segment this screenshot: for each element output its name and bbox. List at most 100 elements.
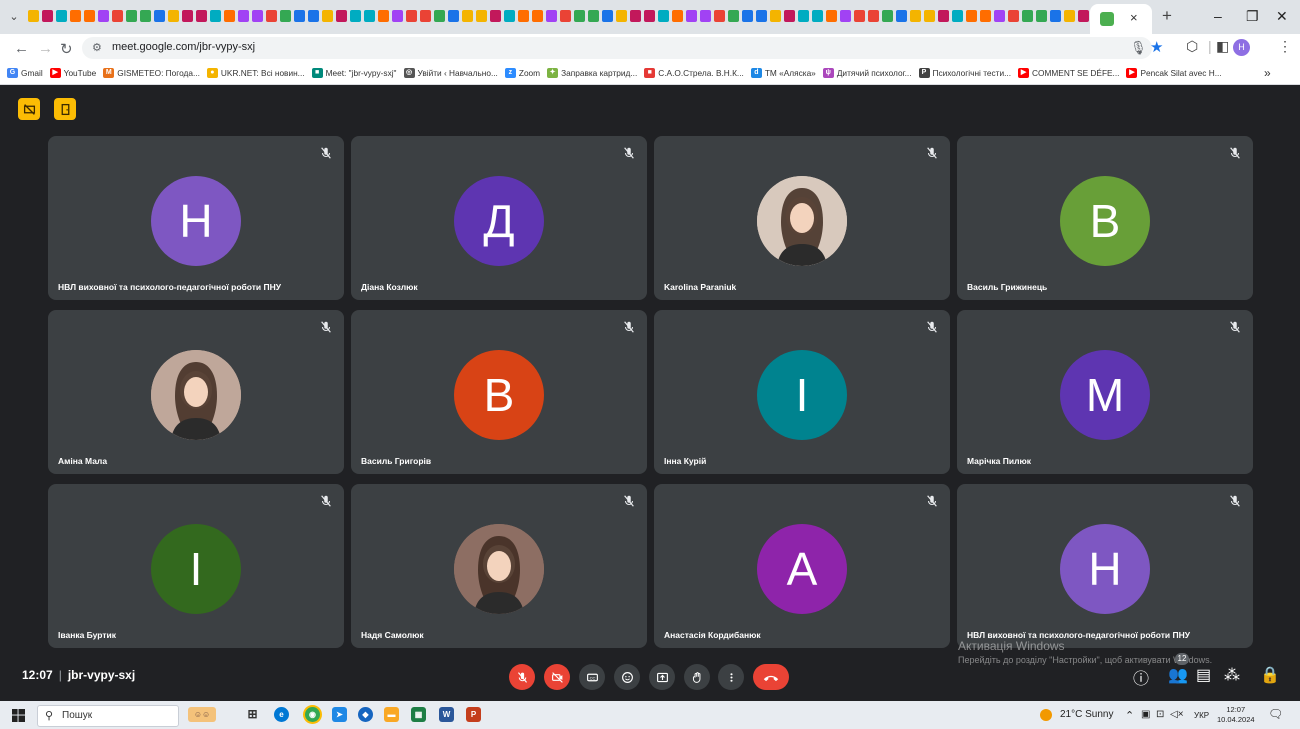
tab-favicon-icon[interactable] [336,10,347,22]
edge-icon[interactable]: e [274,707,289,722]
tab-favicon-icon[interactable] [770,10,781,22]
participant-tile[interactable]: Д Діана Козлюк [351,136,647,300]
tab-favicon-icon[interactable] [280,10,291,22]
tab-favicon-icon[interactable] [490,10,501,22]
bookmark-item[interactable]: ▶ YouTube [49,68,96,78]
address-bar[interactable]: ⚙ meet.google.com/jbr-vypy-sxj 🎙 ★ [82,37,1163,59]
raise-hand-button[interactable] [684,664,710,690]
tab-favicon-icon[interactable] [210,10,221,22]
tab-favicon-icon[interactable] [742,10,753,22]
powerpoint-icon[interactable]: P [466,707,481,722]
tab-search-button[interactable]: ⌄ [6,9,22,25]
calculator-icon[interactable]: ▦ [411,707,426,722]
bookmark-item[interactable]: ● UKR.NET: Всі новин... [206,68,305,78]
tab-favicon-icon[interactable] [126,10,137,22]
participant-tile[interactable]: Karolina Paraniuk [654,136,950,300]
tab-favicon-icon[interactable] [364,10,375,22]
app2-icon[interactable]: ◆ [358,707,373,722]
chrome-icon[interactable]: ◉ [305,707,320,722]
participant-tile[interactable]: В Василь Григорів [351,310,647,474]
tab-favicon-icon[interactable] [588,10,599,22]
tab-favicon-icon[interactable] [350,10,361,22]
profile-avatar[interactable]: H [1233,39,1250,56]
tab-favicon-icon[interactable] [70,10,81,22]
tab-favicon-icon[interactable] [462,10,473,22]
tab-favicon-icon[interactable] [1036,10,1047,22]
mic-toggle-button[interactable] [509,664,535,690]
tab-favicon-icon[interactable] [1050,10,1061,22]
tab-favicon-icon[interactable] [406,10,417,22]
tab-favicon-icon[interactable] [476,10,487,22]
tab-favicon-icon[interactable] [756,10,767,22]
tab-favicon-icon[interactable] [378,10,389,22]
tab-favicon-icon[interactable] [84,10,95,22]
tab-favicon-icon[interactable] [518,10,529,22]
tab-favicons[interactable] [28,10,1093,24]
tab-close-icon[interactable]: × [1130,10,1138,25]
tab-favicon-icon[interactable] [826,10,837,22]
tab-favicon-icon[interactable] [56,10,67,22]
leave-call-button[interactable] [753,664,789,690]
tab-favicon-icon[interactable] [140,10,151,22]
app-icon[interactable]: ➤ [332,707,347,722]
network-icon[interactable]: ⊡ [1156,709,1164,720]
tab-favicon-icon[interactable] [28,10,39,22]
taskbar-search[interactable]: ⚲ Пошук [37,705,179,727]
tab-favicon-icon[interactable] [252,10,263,22]
tab-favicon-icon[interactable] [630,10,641,22]
tray-icon[interactable]: ▣ [1141,709,1150,720]
tab-favicon-icon[interactable] [294,10,305,22]
tab-favicon-icon[interactable] [392,10,403,22]
captions-button[interactable]: CC [579,664,605,690]
new-tab-button[interactable]: + [1162,6,1172,26]
bookmark-item[interactable]: ■ Meet: "jbr-vypy-sxj" [311,68,397,78]
menu-icon[interactable]: ⋮ [1278,38,1292,55]
site-info-icon[interactable]: ⚙ [92,41,102,54]
tab-favicon-icon[interactable] [1008,10,1019,22]
tab-favicon-icon[interactable] [532,10,543,22]
forward-icon[interactable]: → [38,40,53,57]
participant-tile[interactable]: М Марічка Пилюк [957,310,1253,474]
tab-favicon-icon[interactable] [854,10,865,22]
tab-favicon-icon[interactable] [868,10,879,22]
tab-favicon-icon[interactable] [910,10,921,22]
people-icon[interactable]: 👥 [1168,665,1188,685]
tab-favicon-icon[interactable] [798,10,809,22]
participant-tile[interactable]: Н НВЛ виховної та психолого-педагогічної … [48,136,344,300]
tab-favicon-icon[interactable] [112,10,123,22]
tab-favicon-icon[interactable] [420,10,431,22]
search-highlight-icon[interactable]: ☺☺ [188,707,216,722]
camera-toggle-button[interactable] [544,664,570,690]
tab-favicon-icon[interactable] [672,10,683,22]
bookmark-item[interactable]: z Zoom [504,68,540,78]
url-text[interactable]: meet.google.com/jbr-vypy-sxj [112,41,255,53]
side-panel-icon[interactable]: ◧ [1216,38,1229,55]
tab-favicon-icon[interactable] [1078,10,1089,22]
tab-favicon-icon[interactable] [644,10,655,22]
participant-tile[interactable]: І Інна Курій [654,310,950,474]
tab-favicon-icon[interactable] [168,10,179,22]
tab-favicon-icon[interactable] [238,10,249,22]
tab-favicon-icon[interactable] [812,10,823,22]
participant-tile[interactable]: Аміна Мала [48,310,344,474]
file-explorer-icon[interactable]: ▬ [384,707,399,722]
bookmark-item[interactable]: M GISMETEO: Погода... [103,68,200,78]
captions-off-button[interactable] [18,98,40,120]
windows-start-icon[interactable] [12,709,25,722]
bookmark-item[interactable]: ▶ Pencak Silat avec H... [1126,68,1222,78]
weather-text[interactable]: 21°C Sunny [1060,709,1113,720]
microphone-icon[interactable]: 🎙 [1130,40,1147,56]
tab-favicon-icon[interactable] [308,10,319,22]
tab-favicon-icon[interactable] [1064,10,1075,22]
tab-favicon-icon[interactable] [546,10,557,22]
back-icon[interactable]: ← [14,40,29,57]
bookmark-item[interactable]: ■ С.А.О.Стрела. В.Н.К... [644,68,744,78]
language-indicator[interactable]: УКР [1194,711,1209,720]
tab-favicon-icon[interactable] [658,10,669,22]
tab-favicon-icon[interactable] [448,10,459,22]
tab-favicon-icon[interactable] [42,10,53,22]
tab-favicon-icon[interactable] [896,10,907,22]
reload-icon[interactable]: ↻ [60,40,73,58]
bookmark-item[interactable]: ◎ Увійти ‹ Навчально... [403,68,498,78]
activities-button[interactable] [54,98,76,120]
